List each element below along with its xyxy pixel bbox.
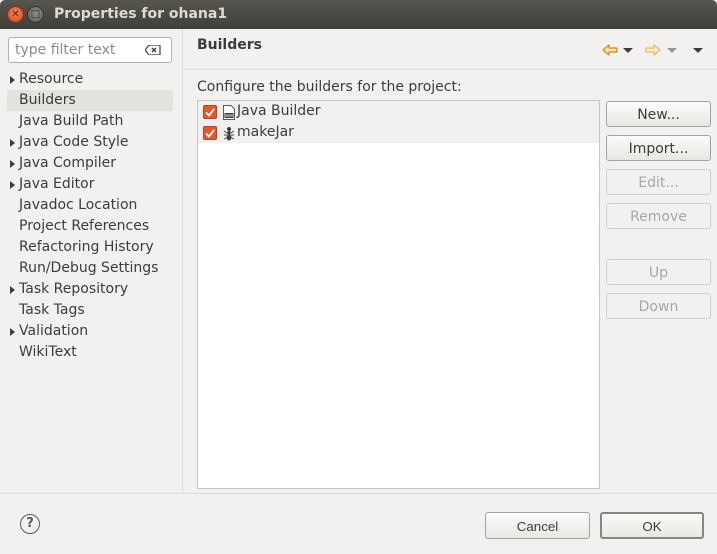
tree-item-label: Validation	[19, 323, 89, 339]
tree-item-run-debug-settings[interactable]: Run/Debug Settings	[7, 258, 173, 279]
tree-item-builders[interactable]: Builders	[7, 90, 173, 111]
filter-box	[8, 37, 172, 63]
button-label: New...	[637, 107, 680, 123]
back-arrow-icon[interactable]	[601, 41, 619, 59]
clear-filter-icon[interactable]	[145, 45, 161, 55]
view-menu-icon[interactable]	[692, 41, 704, 59]
maximize-icon: □	[30, 8, 41, 20]
builder-label: makeJar	[237, 124, 294, 140]
tree-item-javadoc-location[interactable]: Javadoc Location	[7, 195, 173, 216]
close-icon: ✕	[11, 8, 20, 20]
tree-item-validation[interactable]: Validation	[7, 321, 173, 342]
title-bar[interactable]: ✕ □ Properties for ohana1	[0, 0, 717, 29]
expand-arrow-icon[interactable]	[10, 328, 15, 336]
move-up-button[interactable]: Up	[606, 259, 711, 285]
expand-arrow-icon[interactable]	[10, 286, 15, 294]
button-label: Remove	[630, 209, 687, 225]
tree-item-task-tags[interactable]: Task Tags	[7, 300, 173, 321]
remove-builder-button[interactable]: Remove	[606, 203, 711, 229]
tree-item-java-editor[interactable]: Java Editor	[7, 174, 173, 195]
back-history-dropdown-icon[interactable]	[622, 41, 634, 59]
tree-item-label: Java Code Style	[19, 134, 129, 150]
edit-builder-button[interactable]: Edit...	[606, 169, 711, 195]
expand-arrow-icon[interactable]	[10, 181, 15, 189]
header-separator	[184, 69, 717, 70]
button-label: Cancel	[516, 519, 559, 534]
button-label: Down	[638, 299, 679, 315]
close-window-button[interactable]: ✕	[7, 6, 24, 23]
builder-row-makejar[interactable]: makeJar	[198, 122, 599, 143]
tree-item-label: Java Build Path	[19, 113, 124, 129]
new-builder-button[interactable]: New...	[606, 101, 711, 127]
ok-button[interactable]: OK	[600, 512, 704, 539]
ant-builder-icon	[222, 125, 236, 141]
tree-item-label: Project References	[19, 218, 150, 234]
builder-label: Java Builder	[237, 103, 321, 119]
button-label: Import...	[628, 141, 689, 157]
button-label: Edit...	[638, 175, 679, 191]
page-title: Builders	[197, 37, 262, 53]
left-panel: Resource Builders Java Build Path Java C…	[0, 29, 183, 493]
tree-item-label: Task Repository	[19, 281, 129, 297]
forward-history-dropdown-icon	[666, 41, 678, 59]
tree-item-label: Resource	[19, 71, 84, 87]
tree-item-label: Task Tags	[19, 302, 85, 318]
tree-item-label: Java Editor	[19, 176, 95, 192]
expand-arrow-icon[interactable]	[10, 76, 15, 84]
expand-arrow-icon[interactable]	[10, 139, 15, 147]
page-navigation-toolbar	[601, 41, 711, 59]
filter-input[interactable]	[15, 41, 137, 59]
builder-checkbox[interactable]	[203, 126, 217, 140]
property-page-tree: Resource Builders Java Build Path Java C…	[7, 69, 173, 363]
tree-item-java-code-style[interactable]: Java Code Style	[7, 132, 173, 153]
tree-item-refactoring-history[interactable]: Refactoring History	[7, 237, 173, 258]
move-down-button[interactable]: Down	[606, 293, 711, 319]
builder-row-java-builder[interactable]: Java Builder	[198, 101, 599, 122]
java-builder-icon	[222, 104, 236, 120]
forward-arrow-icon	[644, 41, 662, 59]
tree-item-java-build-path[interactable]: Java Build Path	[7, 111, 173, 132]
import-builder-button[interactable]: Import...	[606, 135, 711, 161]
builder-checkbox[interactable]	[203, 105, 217, 119]
properties-dialog: ✕ □ Properties for ohana1 Resource Build…	[0, 0, 717, 554]
cancel-button[interactable]: Cancel	[485, 512, 590, 539]
help-icon[interactable]: ?	[20, 514, 40, 534]
tree-item-label: Run/Debug Settings	[19, 260, 159, 276]
builders-list[interactable]: Java Builder makeJar	[197, 100, 600, 489]
expand-arrow-icon[interactable]	[10, 160, 15, 168]
maximize-window-button[interactable]: □	[27, 6, 44, 23]
tree-item-project-references[interactable]: Project References	[7, 216, 173, 237]
tree-item-task-repository[interactable]: Task Repository	[7, 279, 173, 300]
dialog-button-bar: ? Cancel OK	[0, 493, 717, 554]
button-label: OK	[642, 519, 662, 534]
tree-item-label: Javadoc Location	[19, 197, 138, 213]
tree-item-label: Refactoring History	[19, 239, 154, 255]
tree-item-label: Builders	[19, 92, 76, 108]
configure-builders-label: Configure the builders for the project:	[197, 79, 462, 95]
tree-item-label: WikiText	[19, 344, 77, 360]
window-title: Properties for ohana1	[54, 6, 228, 22]
tree-item-label: Java Compiler	[19, 155, 117, 171]
tree-item-wikitext[interactable]: WikiText	[7, 342, 173, 363]
tree-item-java-compiler[interactable]: Java Compiler	[7, 153, 173, 174]
button-label: Up	[648, 265, 669, 281]
builders-page: Builders Configure the builders for the …	[184, 29, 717, 493]
tree-item-resource[interactable]: Resource	[7, 69, 173, 90]
